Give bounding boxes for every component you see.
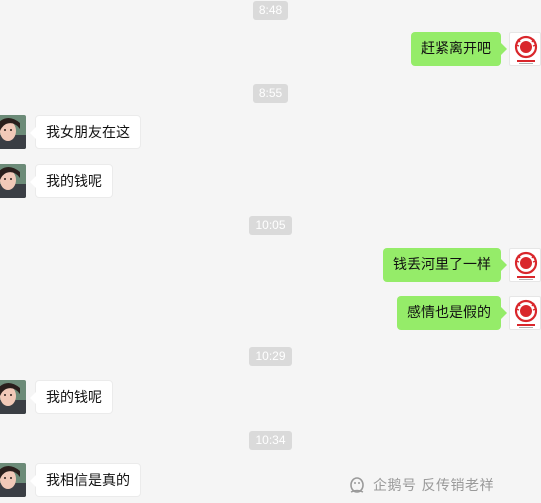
message-text: 钱丢河里了一样 [393,257,491,273]
timestamp: 8:48 [0,1,541,20]
timestamp-label: 10:29 [249,347,292,366]
red-seal-logo-icon [514,35,538,64]
outgoing-message-bubble[interactable]: 赶紧离开吧 [411,32,507,66]
timestamp: 10:05 [0,216,541,235]
timestamp-label: 10:05 [249,216,292,235]
contact-photo-icon [0,115,26,149]
message-text: 我女朋友在这 [46,125,130,141]
watermark: 企鹅号 反传销老祥 [347,474,494,496]
message-text: 赶紧离开吧 [421,41,491,57]
timestamp: 8:55 [0,84,541,103]
self-avatar[interactable] [509,296,541,330]
red-seal-logo-icon [514,299,538,328]
contact-avatar[interactable] [0,463,26,497]
incoming-message-bubble[interactable]: 我的钱呢 [30,164,113,198]
timestamp-label: 10:34 [249,431,292,450]
timestamp-label: 8:48 [252,1,289,20]
contact-avatar[interactable] [0,164,26,198]
self-avatar[interactable] [509,32,541,66]
contact-avatar[interactable] [0,380,26,414]
message-text: 我的钱呢 [46,174,102,190]
outgoing-message-bubble[interactable]: 感情也是假的 [397,296,507,330]
message-text: 我相信是真的 [46,473,130,489]
watermark-text: 企鹅号 反传销老祥 [373,478,494,494]
message-text: 感情也是假的 [407,305,491,321]
incoming-message-bubble[interactable]: 我女朋友在这 [30,115,141,149]
contact-photo-icon [0,463,26,497]
contact-avatar[interactable] [0,115,26,149]
contact-photo-icon [0,164,26,198]
incoming-message-bubble[interactable]: 我相信是真的 [30,463,141,497]
red-seal-logo-icon [514,251,538,280]
contact-photo-icon [0,380,26,414]
incoming-message-bubble[interactable]: 我的钱呢 [30,380,113,414]
self-avatar[interactable] [509,248,541,282]
timestamp: 10:34 [0,431,541,450]
outgoing-message-bubble[interactable]: 钱丢河里了一样 [383,248,507,282]
penguin-logo-icon [350,477,364,493]
timestamp-label: 8:55 [252,84,289,103]
message-text: 我的钱呢 [46,390,102,406]
timestamp: 10:29 [0,347,541,366]
